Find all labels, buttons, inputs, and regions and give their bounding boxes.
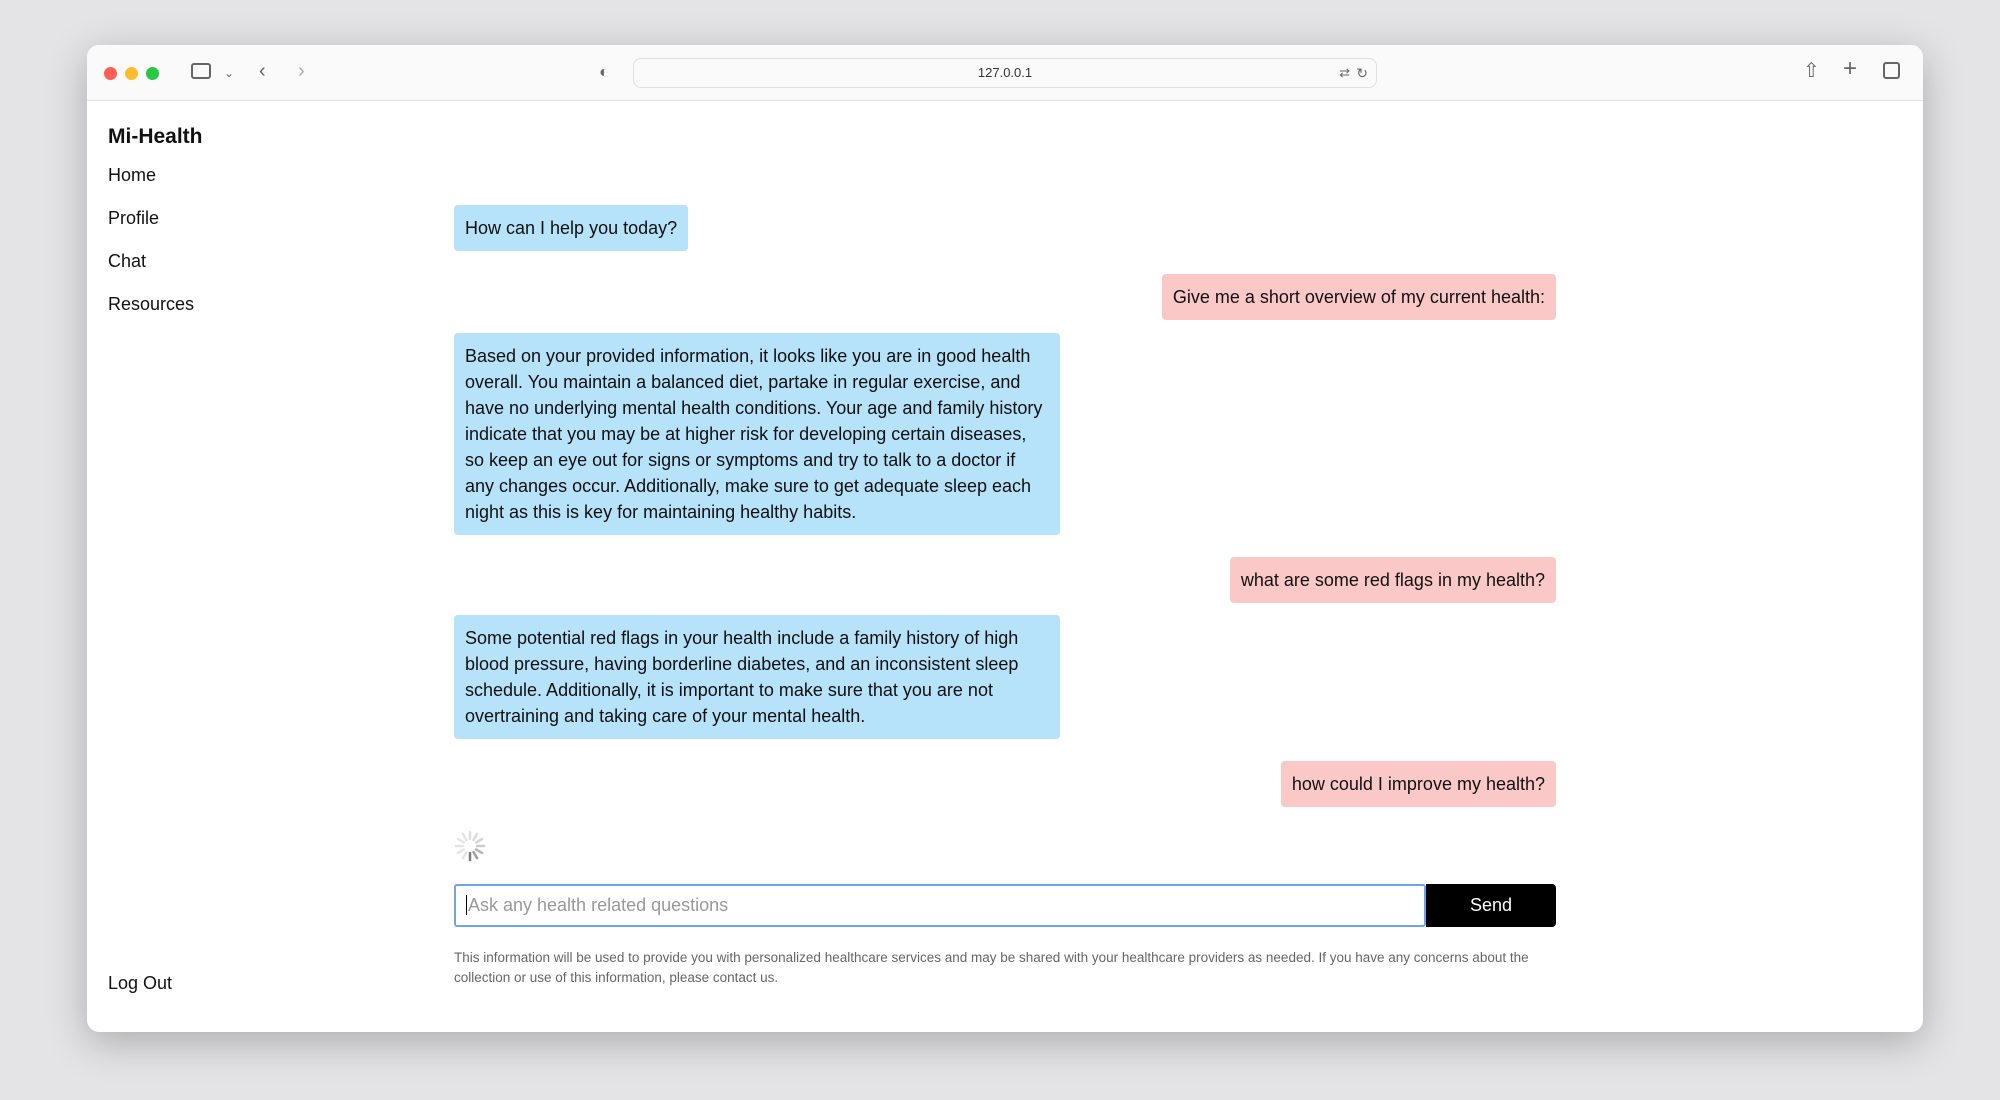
close-window-button[interactable]: [104, 67, 117, 80]
bot-message: Based on your provided information, it l…: [454, 333, 1060, 535]
address-bar[interactable]: 127.0.0.1 ⇄ ↻: [633, 58, 1377, 88]
nav-resources[interactable]: Resources: [108, 294, 194, 315]
input-placeholder: Ask any health related questions: [466, 895, 729, 915]
question-input[interactable]: Ask any health related questions: [454, 884, 1426, 927]
send-button[interactable]: Send: [1426, 884, 1556, 927]
browser-window: ⌄ ‹ › ◐ 127.0.0.1 ⇄ ↻ ⇧ + Mi-Health Home…: [87, 45, 1923, 1032]
minimize-window-button[interactable]: [125, 67, 138, 80]
chevron-down-icon[interactable]: ⌄: [224, 63, 234, 83]
browser-toolbar: ⌄ ‹ › ◐ 127.0.0.1 ⇄ ↻ ⇧ +: [87, 45, 1923, 101]
logout-link[interactable]: Log Out: [108, 973, 172, 994]
nav-chat[interactable]: Chat: [108, 251, 146, 272]
shield-icon[interactable]: ◐: [599, 63, 609, 83]
bot-message: How can I help you today?: [454, 205, 689, 251]
reload-icon[interactable]: ↻: [1356, 59, 1368, 87]
user-message: Give me a short overview of my current h…: [1161, 274, 1556, 320]
forward-icon[interactable]: ›: [298, 61, 305, 81]
loading-spinner-icon: [454, 830, 486, 862]
sidebar-toggle-icon[interactable]: [191, 63, 211, 79]
translate-icon[interactable]: ⇄: [1339, 59, 1350, 87]
url-text: 127.0.0.1: [977, 65, 1033, 80]
nav-home[interactable]: Home: [108, 165, 156, 186]
privacy-disclaimer: This information will be used to provide…: [454, 950, 1529, 985]
app-title: Mi-Health: [108, 125, 203, 148]
back-icon[interactable]: ‹: [259, 61, 266, 81]
new-tab-icon[interactable]: +: [1843, 57, 1857, 81]
tab-overview-icon[interactable]: [1883, 62, 1900, 79]
user-message: what are some red flags in my health?: [1229, 557, 1556, 603]
maximize-window-button[interactable]: [146, 67, 159, 80]
share-icon[interactable]: ⇧: [1803, 61, 1820, 81]
bot-message: Some potential red flags in your health …: [454, 615, 1060, 739]
nav-profile[interactable]: Profile: [108, 208, 159, 229]
user-message: how could I improve my health?: [1280, 761, 1556, 807]
